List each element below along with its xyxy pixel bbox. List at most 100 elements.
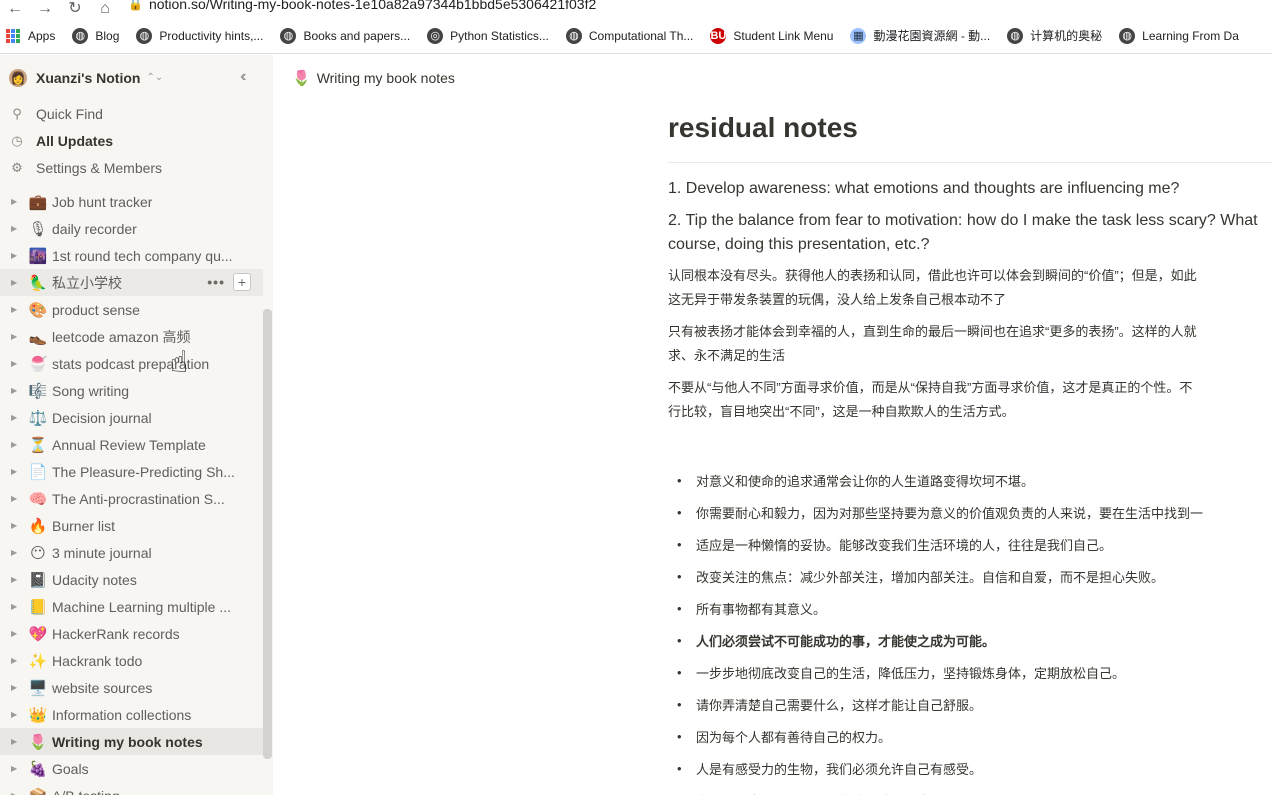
expand-triangle-icon[interactable]: ▶ [11, 737, 22, 746]
expand-triangle-icon[interactable]: ▶ [11, 521, 22, 530]
forward-arrow-icon[interactable]: → [30, 0, 60, 18]
expand-triangle-icon[interactable]: ▶ [11, 251, 22, 260]
sidebar-page-item[interactable]: ▶ 🎨 product sense [0, 296, 263, 323]
page-title[interactable]: residual notes [668, 112, 1272, 152]
sidebar-page-item[interactable]: ▶ 🦜 私立小学校 ••• + [0, 269, 263, 296]
bookmark-student-link[interactable]: BU Student Link Menu [710, 27, 833, 44]
expand-triangle-icon[interactable]: ▶ [11, 440, 22, 449]
expand-triangle-icon[interactable]: ▶ [11, 791, 22, 795]
quick-find[interactable]: ⚲ Quick Find [0, 100, 273, 127]
expand-triangle-icon[interactable]: ▶ [11, 683, 22, 692]
text-block[interactable]: 1. Develop awareness: what emotions and … [668, 177, 1272, 201]
settings-members[interactable]: ⚙ Settings & Members [0, 154, 273, 181]
expand-triangle-icon[interactable]: ▶ [11, 413, 22, 422]
reload-icon[interactable]: ↻ [60, 0, 90, 18]
expand-triangle-icon[interactable]: ▶ [11, 359, 22, 368]
sidebar-page-item[interactable]: ▶ 🍇 Goals [0, 755, 263, 782]
sidebar-page-item[interactable]: ▶ 📄 The Pleasure-Predicting Sh... [0, 458, 263, 485]
bookmark-dmhy[interactable]: ▦ 動漫花園資源網 - 動... [850, 27, 990, 44]
bookmark-computer-secrets[interactable]: ◍ 计算机的奥秘 [1007, 27, 1102, 44]
text-block[interactable]: 2. Tip the balance from fear to motivati… [668, 209, 1272, 233]
bookmark-blog[interactable]: ◍ Blog [72, 27, 120, 44]
list-item[interactable]: • 你需要耐心和毅力，因为对那些坚持要为意义的价值观负责的人来说，要在生活中找到一 [668, 496, 1272, 528]
bookmark-learning-from-data[interactable]: ◍ Learning From Da [1119, 27, 1239, 44]
sidebar-page-item[interactable]: ▶ ⚖️ Decision journal [0, 404, 263, 431]
expand-triangle-icon[interactable]: ▶ [11, 602, 22, 611]
sidebar-page-item[interactable]: ▶ 🧠 The Anti-procrastination S... [0, 485, 263, 512]
search-icon: ⚲ [12, 105, 22, 121]
sidebar-page-item[interactable]: ▶ 💖 HackerRank records [0, 620, 263, 647]
list-item[interactable]: • 请你弄清楚自己需要什么，这样才能让自己舒服。 [668, 688, 1272, 720]
sidebar-page-item[interactable]: ▶ 💼 Job hunt tracker [0, 188, 263, 215]
list-item[interactable]: • 人是有感受力的生物，我们必须允许自己有感受。 [668, 752, 1272, 784]
list-item[interactable]: • 所有事物都有其意义。 [668, 592, 1272, 624]
bookmark-label: Python Statistics... [450, 28, 549, 43]
sidebar-page-item[interactable]: ▶ ⏳ Annual Review Template [0, 431, 263, 458]
all-updates[interactable]: ◷ All Updates [0, 127, 273, 154]
expand-triangle-icon[interactable]: ▶ [11, 764, 22, 773]
bookmark-apps[interactable]: Apps [6, 28, 55, 43]
list-item[interactable]: • 改变关注的焦点：减少外部关注，增加内部关注。自信和自爱，而不是担心失败。 [668, 560, 1272, 592]
add-subpage-icon[interactable]: + [233, 273, 251, 291]
text-block[interactable]: course, doing this presentation, etc.? [668, 233, 1272, 257]
text-block[interactable]: 不要从“与他人不同”方面寻求价值，而是从“保持自我”方面寻求价值，这才是真正的个… [668, 376, 1272, 424]
sidebar-page-item[interactable]: ▶ 📦 A/B testing [0, 782, 263, 795]
back-arrow-icon[interactable]: ← [0, 0, 30, 18]
page-content: residual notes 1. Develop awareness: wha… [668, 100, 1272, 795]
list-item-text: 所有事物都有其意义。 [696, 601, 827, 617]
expand-triangle-icon[interactable]: ▶ [11, 494, 22, 503]
sidebar-page-label: Information collections [52, 706, 192, 723]
list-item[interactable]: •未经你同意，任何人都不能让你感到不患 [668, 784, 1272, 795]
sidebar-page-label: 私立小学校 [52, 274, 122, 291]
home-icon[interactable]: ⌂ [90, 0, 120, 18]
sidebar-page-item[interactable]: ▶ 📓 Udacity notes [0, 566, 263, 593]
list-item[interactable]: • 适应是一种懒惰的妥协。能够改变我们生活环境的人，往往是我们自己。 [668, 528, 1272, 560]
workspace-switcher[interactable]: 👩 Xuanzi's Notion ⌃⌄ [0, 55, 273, 100]
list-item[interactable]: • 一步步地彻底改变自己的生活，降低压力，坚持锻炼身体，定期放松自己。 [668, 656, 1272, 688]
sidebar-page-item[interactable]: ▶ 🌆 1st round tech company qu... [0, 242, 263, 269]
expand-triangle-icon[interactable]: ▶ [11, 629, 22, 638]
scrollbar-thumb[interactable] [263, 309, 272, 759]
expand-triangle-icon[interactable]: ▶ [11, 386, 22, 395]
text-block[interactable]: 认同根本没有尽头。获得他人的表扬和认同，借此也许可以体会到瞬间的“价值”；但是，… [668, 264, 1272, 312]
address-bar[interactable]: notion.so/Writing-my-book-notes-1e10a82a… [149, 0, 596, 12]
page-emoji-icon: 🧠 [28, 490, 48, 508]
expand-triangle-icon[interactable]: ▶ [11, 332, 22, 341]
expand-triangle-icon[interactable]: ▶ [11, 467, 22, 476]
expand-triangle-icon[interactable]: ▶ [11, 710, 22, 719]
sidebar-page-item[interactable]: ▶ 🎙 daily recorder [0, 215, 263, 242]
sidebar-page-item[interactable]: ▶ ✨ Hackrank todo [0, 647, 263, 674]
bookmark-python-stats[interactable]: ◎ Python Statistics... [427, 27, 549, 44]
sidebar-page-item[interactable]: ▶ 🔥 Burner list [0, 512, 263, 539]
expand-triangle-icon[interactable]: ▶ [11, 305, 22, 314]
breadcrumb[interactable]: Writing my book notes [317, 70, 455, 86]
sidebar-page-item[interactable]: ▶ 👑 Information collections [0, 701, 263, 728]
sidebar-page-item[interactable]: ▶ 👞 leetcode amazon 高频 [0, 323, 263, 350]
dmhy-icon: ▦ [850, 27, 867, 44]
bookmark-books[interactable]: ◍ Books and papers... [280, 27, 410, 44]
expand-triangle-icon[interactable]: ▶ [11, 575, 22, 584]
page-emoji-icon: 📦 [28, 786, 48, 795]
bookmark-computational[interactable]: ◍ Computational Th... [565, 27, 693, 44]
sidebar-page-item[interactable]: ▶ 😶 3 minute journal [0, 539, 263, 566]
sidebar-page-label: daily recorder [52, 220, 137, 237]
bookmark-label: Blog [95, 28, 120, 43]
list-item[interactable]: • 人们必须尝试不可能成功的事，才能使之成为可能。 [668, 624, 1272, 656]
more-options-icon[interactable]: ••• [207, 274, 225, 290]
sidebar-page-item[interactable]: ▶ 📒 Machine Learning multiple ... [0, 593, 263, 620]
text-block[interactable]: 只有被表扬才能体会到幸福的人，直到生命的最后一瞬间也在追求“更多的表扬”。这样的… [668, 320, 1272, 368]
sidebar-page-label: Machine Learning multiple ... [52, 598, 231, 615]
expand-triangle-icon[interactable]: ▶ [11, 224, 22, 233]
list-item[interactable]: • 对意义和使命的追求通常会让你的人生道路变得坎坷不堪。 [668, 464, 1272, 496]
collapse-sidebar-icon[interactable]: ‹‹ [240, 68, 246, 86]
list-item[interactable]: • 因为每个人都有善待自己的权力。 [668, 720, 1272, 752]
sidebar-page-item[interactable]: ▶ 🌷 Writing my book notes [0, 728, 263, 755]
expand-triangle-icon[interactable]: ▶ [11, 548, 22, 557]
sidebar-page-item[interactable]: ▶ 🎼 Song writing [0, 377, 263, 404]
sidebar-page-item[interactable]: ▶ 🖥️ website sources [0, 674, 263, 701]
expand-triangle-icon[interactable]: ▶ [11, 278, 22, 287]
expand-triangle-icon[interactable]: ▶ [11, 656, 22, 665]
bookmark-productivity[interactable]: ◍ Productivity hints,... [136, 27, 263, 44]
sidebar-page-item[interactable]: ▶ 🍧 stats podcast preparation [0, 350, 263, 377]
expand-triangle-icon[interactable]: ▶ [11, 197, 22, 206]
